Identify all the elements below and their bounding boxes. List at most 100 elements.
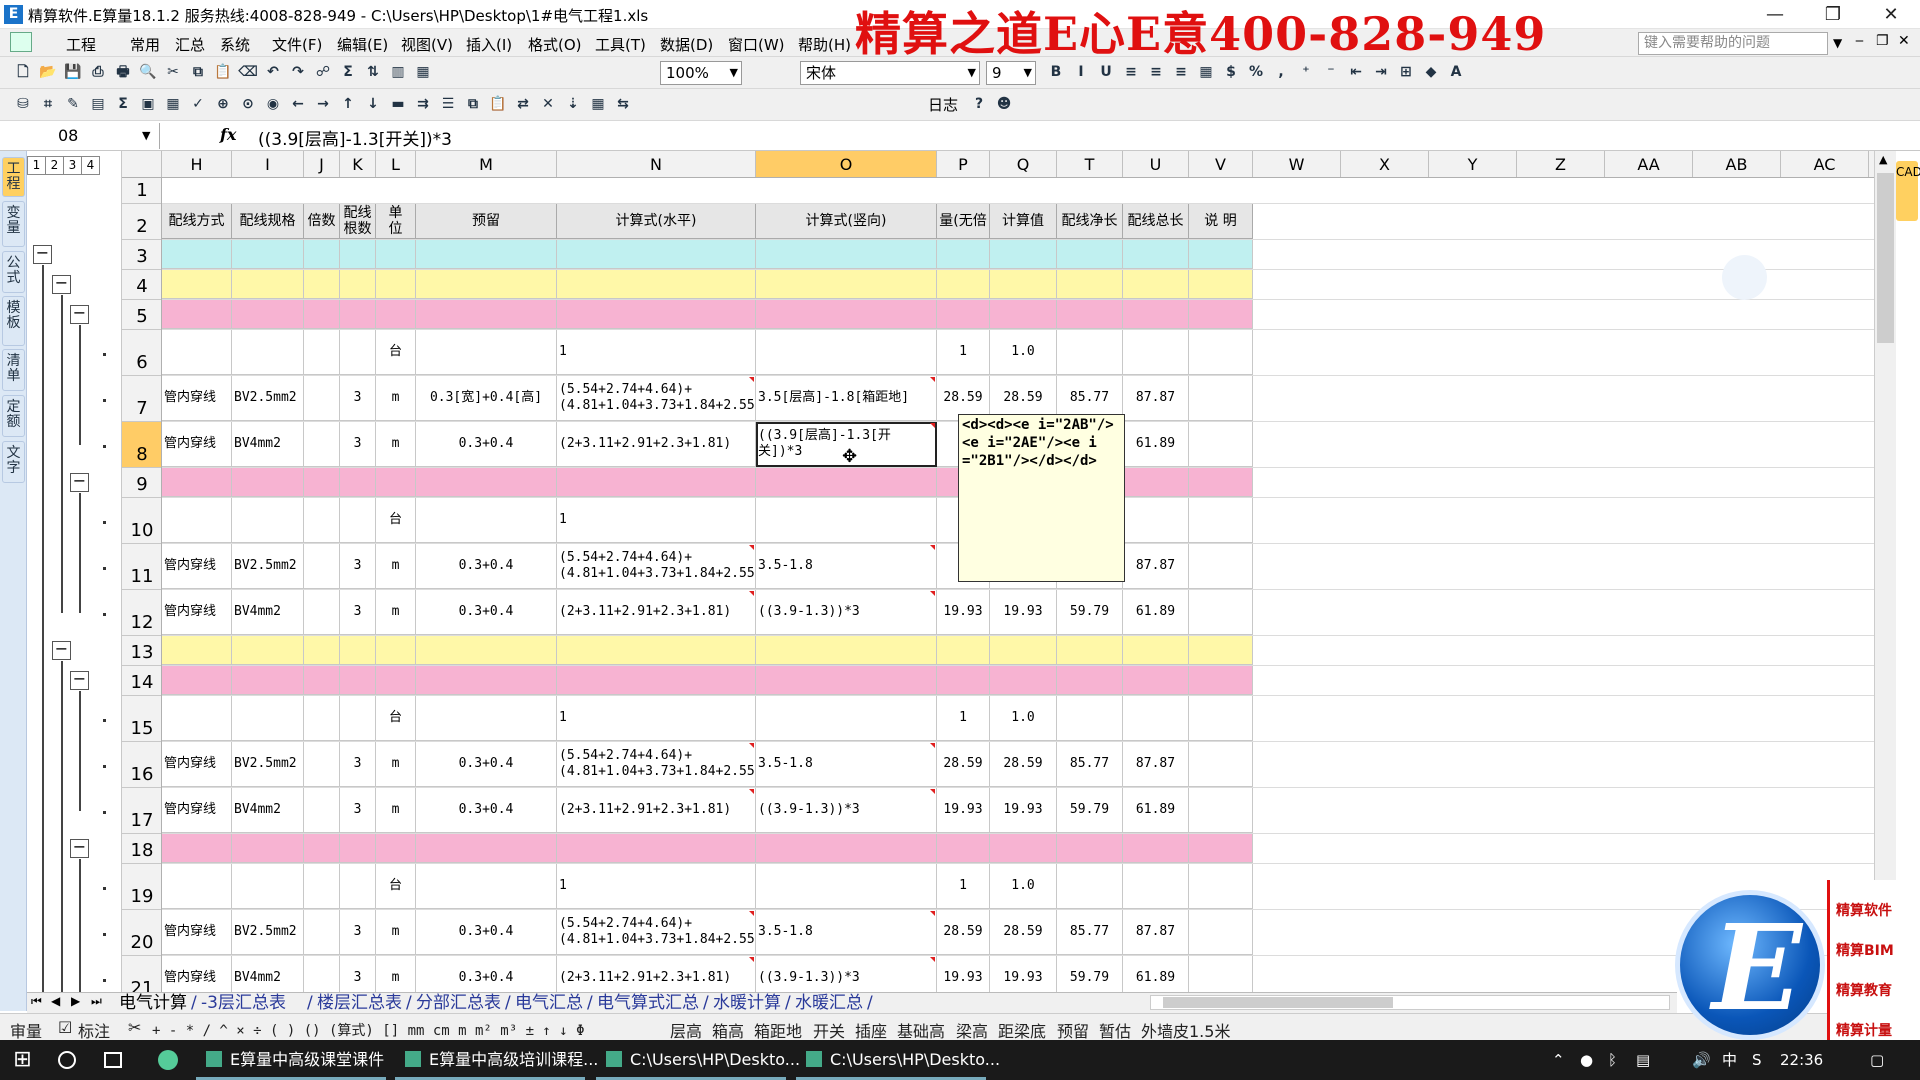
cell-J13[interactable] [304,636,340,665]
row-header-2[interactable]: 2 [122,204,161,240]
cell-I2[interactable]: 配线规格 [232,204,304,239]
cell-L12[interactable]: m [376,590,416,635]
column-header-N[interactable]: N [557,151,756,177]
workbook-icon[interactable] [10,32,32,52]
menu-item-5[interactable]: 编辑(E) [337,34,388,55]
help-search-input[interactable]: 键入需要帮助的问题 [1638,32,1828,55]
horizontal-scroll-thumb[interactable] [1163,997,1393,1008]
cell-P12[interactable]: 19.93 [937,590,990,635]
cell-K16[interactable]: 3 [340,742,376,787]
collapse-row-4-button[interactable]: − [52,275,71,294]
cell-J14[interactable] [304,666,340,695]
cell-H19[interactable] [162,864,232,909]
sheet-tab-2[interactable]: 楼层汇总表 [317,993,402,1013]
cell-V7[interactable] [1189,376,1253,421]
left-tab-3[interactable]: 模板 [2,296,25,346]
cell-O9[interactable] [756,468,937,497]
fmt-icon-16[interactable]: A [1445,61,1467,83]
menu-item-0[interactable]: 工程 [66,34,96,55]
cell-N15[interactable]: 1 [557,696,756,741]
std-icon-12[interactable]: ☍ [312,61,334,83]
cell-H15[interactable] [162,696,232,741]
ime-indicator[interactable]: 中 [1722,1040,1737,1080]
vertical-scrollbar[interactable]: ▲ [1874,151,1896,1000]
cell-O2[interactable]: 计算式(竖向) [756,204,937,239]
collapse-row-13-button[interactable]: − [52,641,71,660]
calc-icon-9[interactable]: ⊙ [237,93,259,115]
cell-K10[interactable] [340,498,376,543]
name-box[interactable]: 08 ▼ [0,123,160,149]
cell-P13[interactable] [937,636,990,665]
cell-J5[interactable] [304,300,340,329]
column-header-L[interactable]: L [376,151,416,177]
std-icon-11[interactable]: ↷ [287,61,309,83]
column-header-J[interactable]: J [304,151,340,177]
cell-L13[interactable] [376,636,416,665]
collapse-row-3-button[interactable]: − [33,245,52,264]
cell-I6[interactable] [232,330,304,375]
calc-icon-4[interactable]: Σ [112,93,134,115]
cell-N2[interactable]: 计算式(水平) [557,204,756,239]
calc-icon-19[interactable]: 📋 [487,93,509,115]
calc-icon-20[interactable]: ⇄ [512,93,534,115]
keyword-button-8[interactable]: 预留 [1057,1018,1089,1042]
cell-V12[interactable] [1189,590,1253,635]
calc-icon-0[interactable]: ⛁ [12,93,34,115]
menu-item-12[interactable]: 帮助(H) [798,34,851,55]
std-icon-0[interactable]: 🗋 [12,61,34,83]
cell-T13[interactable] [1057,636,1123,665]
keyword-button-6[interactable]: 梁高 [956,1018,988,1042]
std-icon-14[interactable]: ⇅ [362,61,384,83]
cell-L14[interactable] [376,666,416,695]
cell-I5[interactable] [232,300,304,329]
cell-U19[interactable] [1123,864,1189,909]
menu-item-9[interactable]: 工具(T) [595,34,646,55]
cell-I7[interactable]: BV2.5mm2 [232,376,304,421]
cell-I18[interactable] [232,834,304,863]
cell-I17[interactable]: BV4mm2 [232,788,304,833]
fmt-icon-8[interactable]: % [1245,61,1267,83]
cell-H17[interactable]: 管内穿线 [162,788,232,833]
taskbar-task-3[interactable]: C:\Users\HP\Deskto... [796,1040,1000,1080]
std-icon-6[interactable]: ✂ [162,61,184,83]
row-header-18[interactable]: 18 [122,834,161,864]
row-header-13[interactable]: 13 [122,636,161,666]
cell-N4[interactable] [557,270,756,299]
cell-T16[interactable]: 85.77 [1057,742,1123,787]
column-header-T[interactable]: T [1057,151,1123,177]
cell-L10[interactable]: 台 [376,498,416,543]
cell-N16[interactable]: (5.54+2.74+4.64)+(4.81+1.04+3.73+1.84+2.… [557,742,756,787]
cell-T12[interactable]: 59.79 [1057,590,1123,635]
vertical-scroll-thumb[interactable] [1877,173,1894,343]
cell-K9[interactable] [340,468,376,497]
network-icon[interactable]: ▤ [1636,1040,1650,1080]
cell-N18[interactable] [557,834,756,863]
keyword-button-4[interactable]: 插座 [855,1018,887,1042]
cell-H6[interactable] [162,330,232,375]
cell-U11[interactable]: 87.87 [1123,544,1189,589]
cell-N6[interactable]: 1 [557,330,756,375]
outline-level-2[interactable]: 2 [45,156,64,175]
close-button[interactable]: ✕ [1862,0,1920,29]
cell-V9[interactable] [1189,468,1253,497]
cell-I13[interactable] [232,636,304,665]
cell-T5[interactable] [1057,300,1123,329]
cell-U13[interactable] [1123,636,1189,665]
cell-T14[interactable] [1057,666,1123,695]
cell-U20[interactable]: 87.87 [1123,910,1189,955]
std-icon-1[interactable]: 📂 [37,61,59,83]
left-tab-6[interactable]: 文字 [2,441,25,483]
cell-V15[interactable] [1189,696,1253,741]
cell-H3[interactable] [162,240,232,269]
cell-P2[interactable]: 量(无倍 [937,204,990,239]
column-header-AB[interactable]: AB [1693,151,1781,177]
calc-icon-17[interactable]: ☰ [437,93,459,115]
cell-U16[interactable]: 87.87 [1123,742,1189,787]
cell-T2[interactable]: 配线净长 [1057,204,1123,239]
cell-J20[interactable] [304,910,340,955]
cell-K2[interactable]: 配线 根数 [340,204,376,239]
cell-O15[interactable] [756,696,937,741]
calc-icon-12[interactable]: → [312,93,334,115]
sheet-tab-1[interactable]: -3层汇总表 [201,993,286,1013]
cell-V17[interactable] [1189,788,1253,833]
